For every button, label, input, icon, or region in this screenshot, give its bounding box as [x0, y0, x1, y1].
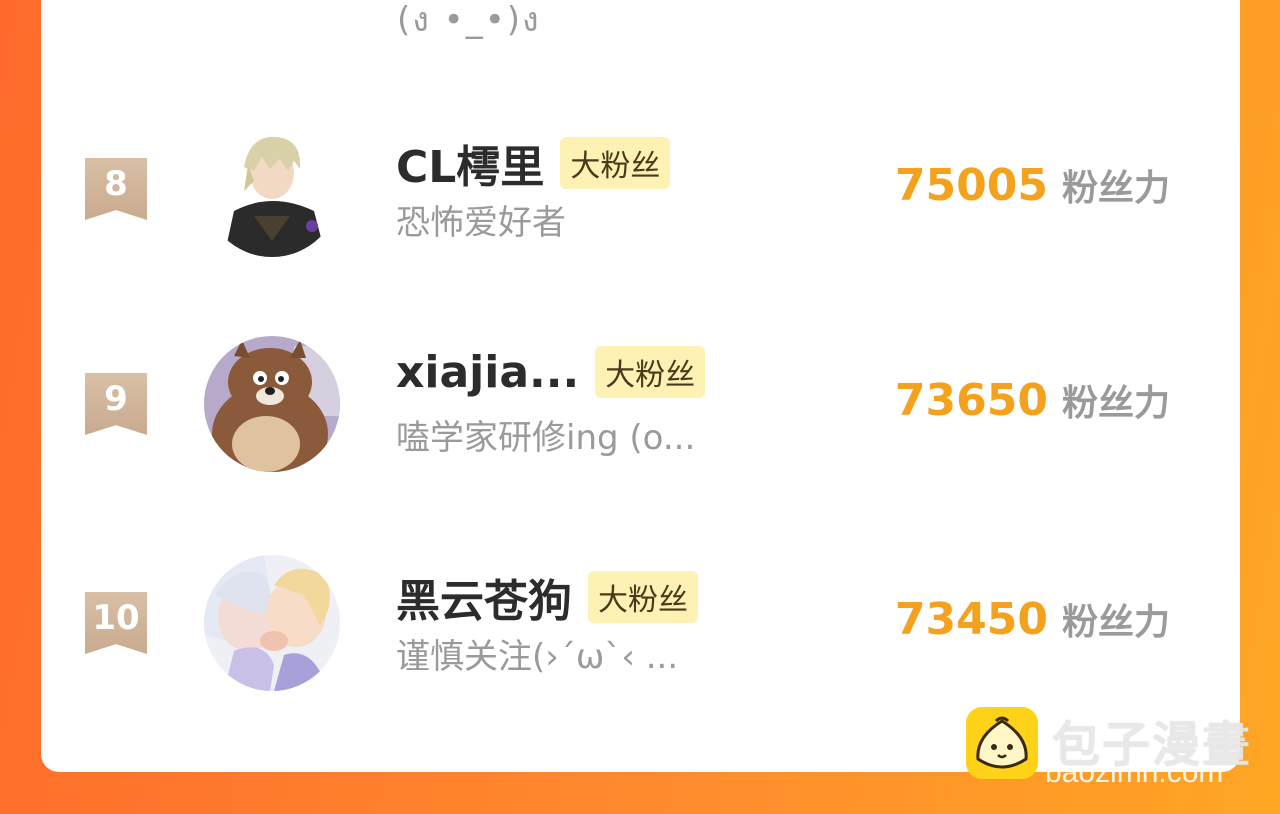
baozi-bun-icon — [966, 707, 1038, 779]
user-name[interactable]: CL樗里 — [396, 131, 544, 195]
fan-level-badge: 大粉丝 — [560, 137, 671, 189]
avatar[interactable] — [204, 121, 340, 257]
fan-level-badge: 大粉丝 — [595, 346, 706, 398]
user-name[interactable]: xiajia... — [396, 347, 579, 398]
fan-power-score: 73450 — [894, 594, 1048, 645]
avatar[interactable] — [204, 555, 340, 691]
fan-power-score: 75005 — [894, 160, 1048, 211]
fan-power-label: 粉丝力 — [1061, 602, 1170, 643]
fan-power-label: 粉丝力 — [1061, 383, 1170, 424]
ranking-row[interactable]: 9 xiajia... 大粉丝 嗑学家研修ing (o... 73650 粉丝力 — [41, 336, 1240, 486]
fan-level-badge: 大粉丝 — [588, 571, 698, 623]
rank-ribbon: 9 — [85, 373, 147, 435]
fan-power-label: 粉丝力 — [1061, 168, 1170, 209]
user-subtitle: 嗑学家研修ing (o... — [396, 418, 696, 458]
fan-ranking-panel: (ง •_•)ง 8 CL樗里 大粉丝 恐怖爱好者 75005 粉丝力 9 xi… — [41, 0, 1240, 772]
fan-power-score: 73650 — [894, 375, 1048, 426]
ranking-row[interactable]: 8 CL樗里 大粉丝 恐怖爱好者 75005 粉丝力 — [41, 121, 1240, 271]
rank-ribbon: 8 — [85, 158, 147, 220]
rank-number: 10 — [92, 598, 140, 638]
avatar[interactable] — [204, 336, 340, 472]
rank-number: 9 — [104, 379, 128, 419]
user-name[interactable]: 黑云苍狗 — [396, 565, 572, 629]
rank-number: 8 — [104, 164, 128, 204]
user-subtitle: 恐怖爱好者 — [396, 203, 566, 243]
rank-ribbon: 10 — [85, 592, 147, 654]
user-subtitle: 谨慎关注(›´ω`‹ ... — [396, 637, 679, 677]
user-subtitle: (ง •_•)ง — [397, 0, 541, 40]
watermark-url: baozimh.com — [1045, 756, 1224, 789]
ranking-row[interactable]: 10 黑云苍狗 大粉丝 谨慎关注(›´ω`‹ ... 73450 粉丝力 — [41, 555, 1240, 705]
